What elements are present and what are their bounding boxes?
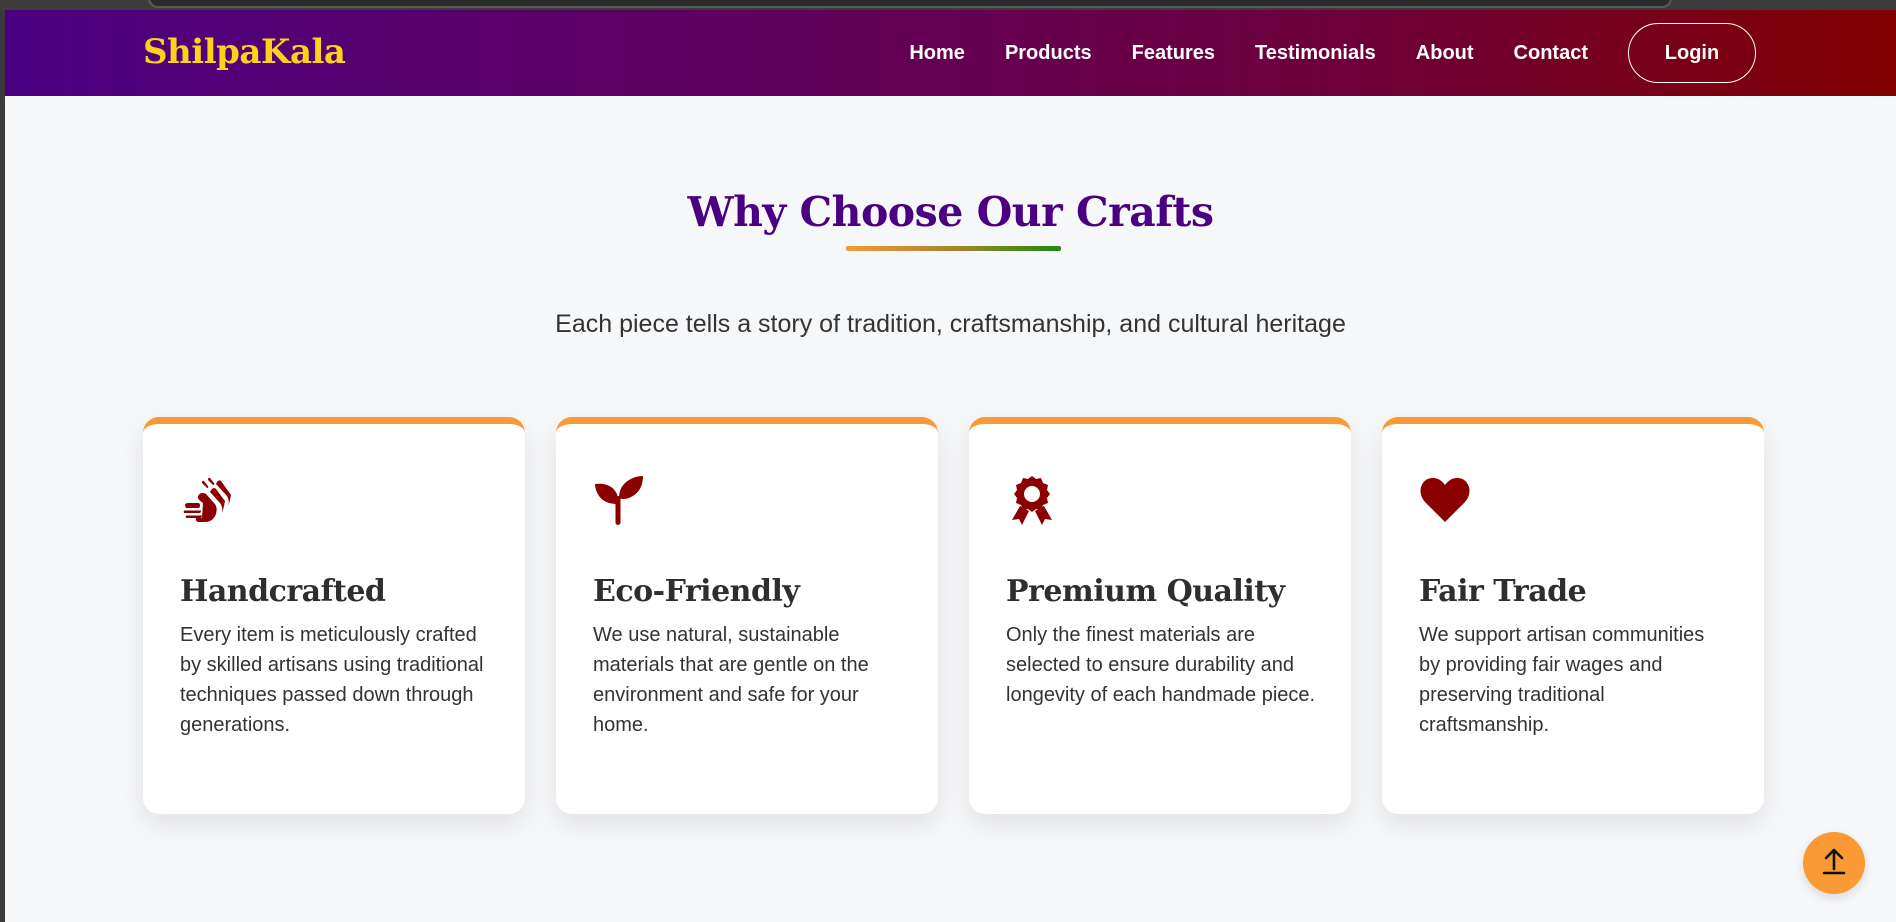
feature-card-fair-trade: Fair Trade We support artisan communitie… xyxy=(1382,417,1764,814)
nav-links: Home Products Features Testimonials Abou… xyxy=(869,21,1756,85)
nav-link-contact[interactable]: Contact xyxy=(1514,42,1588,65)
nav-link-features[interactable]: Features xyxy=(1132,42,1215,65)
navbar: ShilpaKala Home Products Features Testim… xyxy=(5,10,1896,96)
page: ShilpaKala Home Products Features Testim… xyxy=(5,10,1896,922)
section-title: Why Choose Our Crafts xyxy=(687,188,1214,236)
browser-chrome xyxy=(0,0,1896,10)
heart-icon xyxy=(1419,474,1471,526)
seedling-icon xyxy=(593,474,645,526)
back-to-top-button[interactable] xyxy=(1803,832,1865,894)
brand-logo[interactable]: ShilpaKala xyxy=(143,32,346,72)
card-description: Only the finest materials are selected t… xyxy=(1006,624,1316,706)
nav-link-products[interactable]: Products xyxy=(1005,42,1092,65)
feature-card-premium-quality: Premium Quality Only the finest material… xyxy=(969,417,1351,814)
card-description: We use natural, sustainable materials th… xyxy=(593,624,869,736)
hands-icon xyxy=(180,474,232,526)
nav-link-home[interactable]: Home xyxy=(909,42,965,65)
arrow-up-icon xyxy=(1821,847,1847,880)
login-button[interactable]: Login xyxy=(1628,23,1756,83)
nav-link-testimonials[interactable]: Testimonials xyxy=(1255,42,1376,65)
card-title: Premium Quality xyxy=(1006,574,1285,609)
card-description: We support artisan communities by provid… xyxy=(1419,624,1705,736)
title-underline xyxy=(846,246,1061,251)
card-title: Fair Trade xyxy=(1419,574,1587,609)
card-description: Every item is meticulously crafted by sk… xyxy=(180,624,484,736)
section-subtitle: Each piece tells a story of tradition, c… xyxy=(555,310,1346,338)
nav-link-about[interactable]: About xyxy=(1416,42,1474,65)
award-icon xyxy=(1006,474,1058,526)
card-title: Handcrafted xyxy=(180,574,386,609)
card-title: Eco-Friendly xyxy=(593,574,800,609)
feature-card-handcrafted: Handcrafted Every item is meticulously c… xyxy=(143,417,525,814)
feature-cards: Handcrafted Every item is meticulously c… xyxy=(143,417,1764,814)
address-bar[interactable] xyxy=(148,0,1672,8)
feature-card-eco-friendly: Eco-Friendly We use natural, sustainable… xyxy=(556,417,938,814)
